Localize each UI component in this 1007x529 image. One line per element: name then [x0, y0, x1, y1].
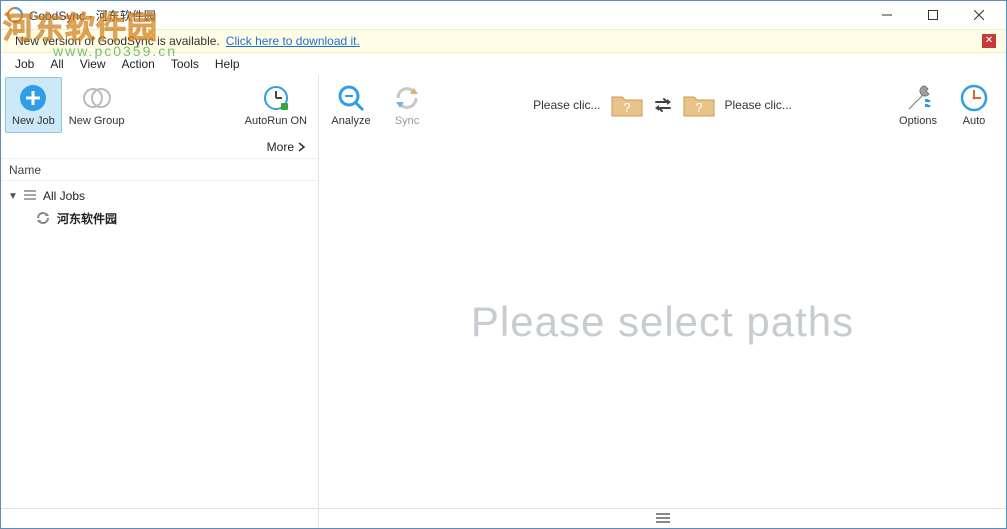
right-path-text: Please clic... — [725, 98, 792, 112]
plus-circle-icon — [18, 83, 48, 113]
options-label: Options — [899, 115, 937, 127]
status-right — [319, 509, 1006, 528]
menu-view[interactable]: View — [72, 55, 114, 73]
more-button[interactable]: More — [1, 135, 318, 159]
tree-root-label: All Jobs — [43, 189, 85, 203]
left-folder-button[interactable]: ? — [611, 92, 643, 118]
job-tree: ▼ All Jobs 河东软件园 — [1, 181, 318, 233]
swap-arrows-icon[interactable] — [653, 95, 673, 115]
tree-job-label: 河东软件园 — [57, 210, 117, 227]
magnify-icon — [336, 83, 366, 113]
chevron-right-icon — [298, 142, 306, 152]
svg-text:?: ? — [623, 100, 630, 115]
minimize-button[interactable] — [864, 1, 910, 29]
side-panel: More Name ▼ All Jobs 河东软件园 — [1, 135, 319, 508]
sync-label: Sync — [395, 115, 419, 127]
close-notification-button[interactable]: ✕ — [982, 34, 996, 48]
status-left — [1, 509, 319, 528]
left-path-text: Please clic... — [533, 98, 600, 112]
tree-root-row[interactable]: ▼ All Jobs — [7, 185, 312, 207]
titlebar: GoodSync - 河东软件园 — [1, 1, 1006, 29]
path-selector-area: Please clic... ? ? Please clic... — [533, 92, 792, 118]
menu-help[interactable]: Help — [207, 55, 248, 73]
analyze-button[interactable]: Analyze — [323, 77, 379, 133]
menu-action[interactable]: Action — [114, 55, 163, 73]
window-title: GoodSync - 河东软件园 — [29, 7, 864, 24]
toolbar-right: Analyze Sync Please clic... ? ? — [319, 75, 1006, 135]
autorun-button[interactable]: AutoRun ON — [238, 77, 314, 133]
right-folder-button[interactable]: ? — [683, 92, 715, 118]
app-window: GoodSync - 河东软件园 New version of GoodSync… — [0, 0, 1007, 529]
name-column-header[interactable]: Name — [1, 159, 318, 181]
expand-toggle-icon[interactable]: ▼ — [7, 191, 19, 202]
app-icon — [7, 7, 23, 23]
toolbar-left: New Job New Group AutoRun ON — [1, 75, 319, 135]
menu-job[interactable]: Job — [7, 55, 42, 73]
update-text: New version of GoodSync is available. — [15, 34, 220, 48]
update-notification-bar: New version of GoodSync is available. Cl… — [1, 29, 1006, 53]
maximize-button[interactable] — [910, 1, 956, 29]
toolbar: New Job New Group AutoRun ON A — [1, 75, 1006, 135]
log-toggle-icon[interactable] — [656, 510, 670, 528]
svg-text:?: ? — [695, 100, 702, 115]
list-icon — [23, 188, 37, 205]
sync-job-icon — [35, 210, 51, 226]
close-button[interactable] — [956, 1, 1002, 29]
placeholder-text: Please select paths — [471, 298, 854, 346]
sync-icon — [392, 83, 422, 113]
menu-tools[interactable]: Tools — [163, 55, 207, 73]
status-bar — [1, 508, 1006, 528]
autorun-label: AutoRun ON — [245, 115, 307, 127]
sync-button[interactable]: Sync — [379, 77, 435, 133]
clock-auto-icon — [959, 83, 989, 113]
auto-button[interactable]: Auto — [946, 77, 1002, 133]
update-download-link[interactable]: Click here to download it. — [226, 34, 360, 48]
main-panel: Please select paths — [319, 135, 1006, 508]
analyze-label: Analyze — [331, 115, 370, 127]
body: More Name ▼ All Jobs 河东软件园 — [1, 135, 1006, 508]
group-icon — [82, 83, 112, 113]
wrench-icon — [903, 83, 933, 113]
menu-all[interactable]: All — [42, 55, 71, 73]
tree-job-row[interactable]: 河东软件园 — [7, 207, 312, 229]
new-job-button[interactable]: New Job — [5, 77, 62, 133]
clock-icon — [261, 83, 291, 113]
new-group-label: New Group — [69, 115, 125, 127]
new-job-label: New Job — [12, 115, 55, 127]
new-group-button[interactable]: New Group — [62, 77, 132, 133]
auto-label: Auto — [963, 115, 986, 127]
more-label: More — [267, 140, 294, 154]
menubar: Job All View Action Tools Help — [1, 53, 1006, 75]
options-button[interactable]: Options — [890, 77, 946, 133]
